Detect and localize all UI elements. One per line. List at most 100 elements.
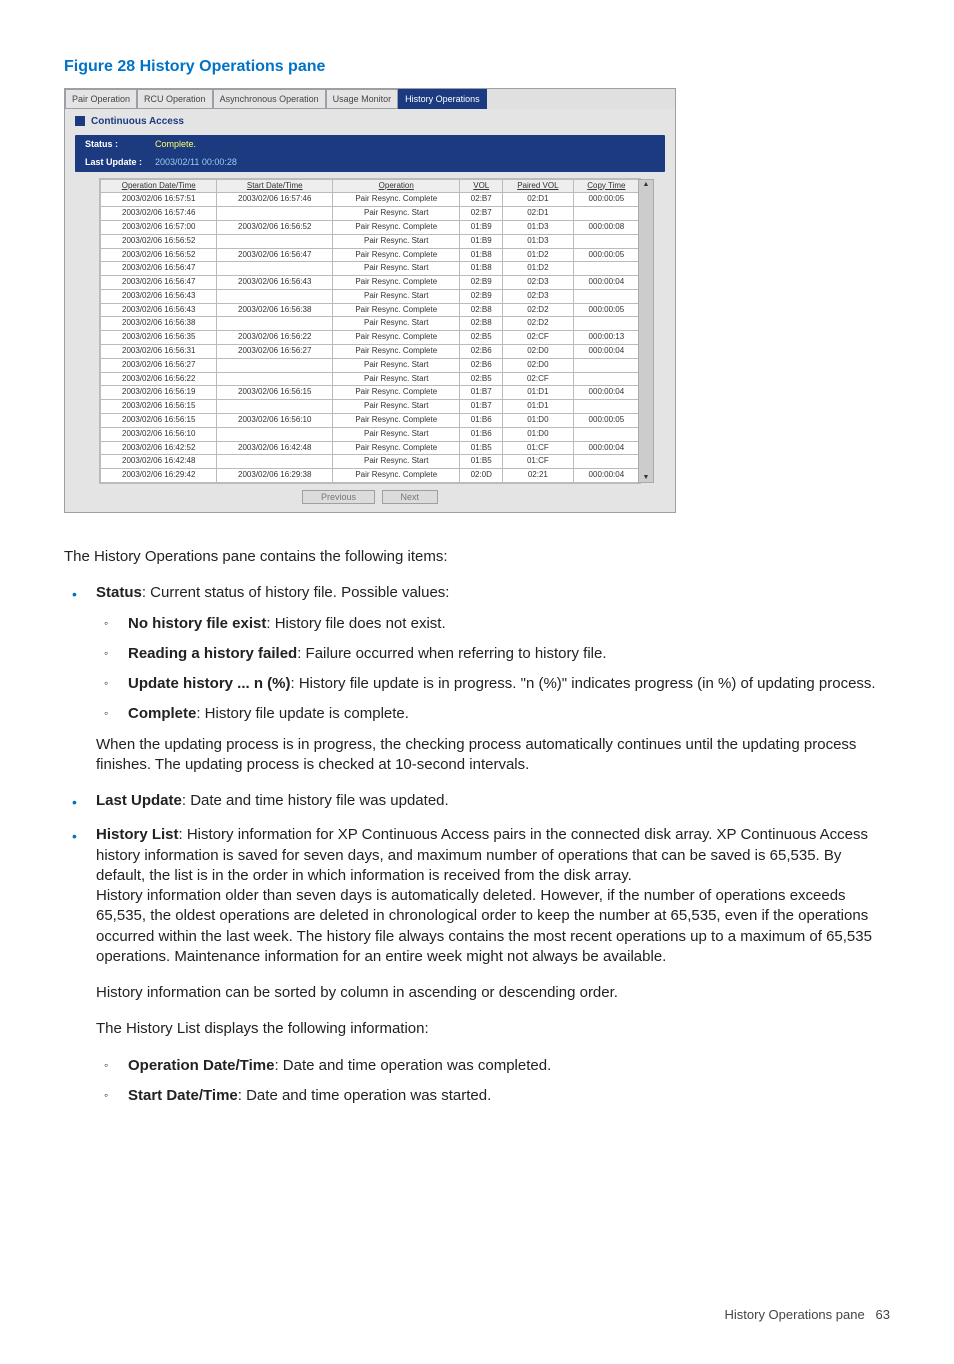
table-cell: 2003/02/06 16:56:15: [101, 414, 217, 428]
table-cell: 01:B5: [460, 455, 503, 469]
table-row[interactable]: 2003/02/06 16:56:472003/02/06 16:56:43Pa…: [101, 276, 640, 290]
column-header[interactable]: Copy Time: [573, 179, 639, 193]
table-cell: Pair Resync. Complete: [333, 248, 460, 262]
table-cell: Pair Resync. Complete: [333, 276, 460, 290]
table-row[interactable]: 2003/02/06 16:56:352003/02/06 16:56:22Pa…: [101, 331, 640, 345]
table-cell: 02:D2: [503, 303, 574, 317]
table-row[interactable]: 2003/02/06 16:42:522003/02/06 16:42:48Pa…: [101, 441, 640, 455]
table-row[interactable]: 2003/02/06 16:56:15Pair Resync. Start01:…: [101, 400, 640, 414]
table-cell: 01:B7: [460, 386, 503, 400]
table-cell: [573, 262, 639, 276]
table-cell: 02:B5: [460, 372, 503, 386]
desc: : Date and time history file was updated…: [182, 792, 449, 809]
table-row[interactable]: 2003/02/06 16:56:38Pair Resync. Start02:…: [101, 317, 640, 331]
table-cell: 000:00:04: [573, 345, 639, 359]
table-cell: [217, 372, 333, 386]
next-button[interactable]: Next: [382, 490, 439, 504]
table-row[interactable]: 2003/02/06 16:56:192003/02/06 16:56:15Pa…: [101, 386, 640, 400]
table-cell: 02:D3: [503, 289, 574, 303]
table-cell: 02:B5: [460, 331, 503, 345]
desc: : History information for XP Continuous …: [96, 826, 868, 884]
table-cell: 2003/02/06 16:56:43: [101, 289, 217, 303]
tab-pair-operation[interactable]: Pair Operation: [65, 89, 137, 109]
table-cell: 01:B8: [460, 248, 503, 262]
table-cell: Pair Resync. Start: [333, 207, 460, 221]
table-row[interactable]: 2003/02/06 16:56:522003/02/06 16:56:47Pa…: [101, 248, 640, 262]
table-row[interactable]: 2003/02/06 16:56:22Pair Resync. Start02:…: [101, 372, 640, 386]
table-cell: 02:D1: [503, 207, 574, 221]
table-cell: 000:00:05: [573, 193, 639, 207]
previous-button[interactable]: Previous: [302, 490, 375, 504]
table-cell: 2003/02/06 16:56:52: [101, 234, 217, 248]
table-cell: 2003/02/06 16:56:19: [101, 386, 217, 400]
tab-history-operations[interactable]: History Operations: [398, 89, 487, 109]
table-cell: 01:B7: [460, 400, 503, 414]
table-row[interactable]: 2003/02/06 16:56:47Pair Resync. Start01:…: [101, 262, 640, 276]
tab-usage-monitor[interactable]: Usage Monitor: [326, 89, 399, 109]
table-cell: 02:0D: [460, 469, 503, 483]
table-cell: 000:00:08: [573, 220, 639, 234]
desc: : History file does not exist.: [266, 615, 445, 632]
table-cell: 2003/02/06 16:56:22: [101, 372, 217, 386]
term: Start Date/Time: [128, 1087, 238, 1104]
table-row[interactable]: 2003/02/06 16:56:52Pair Resync. Start01:…: [101, 234, 640, 248]
table-cell: Pair Resync. Complete: [333, 414, 460, 428]
table-cell: [217, 207, 333, 221]
main-list: Status: Current status of history file. …: [64, 583, 890, 1106]
table-cell: 02:B7: [460, 193, 503, 207]
table-cell: 02:B8: [460, 303, 503, 317]
table-cell: 000:00:13: [573, 331, 639, 345]
table-cell: Pair Resync. Start: [333, 317, 460, 331]
table-cell: 2003/02/06 16:56:27: [101, 358, 217, 372]
desc: : Failure occurred when referring to his…: [297, 645, 606, 662]
table-cell: 2003/02/06 16:56:15: [217, 386, 333, 400]
table-row[interactable]: 2003/02/06 16:42:48Pair Resync. Start01:…: [101, 455, 640, 469]
table-row[interactable]: 2003/02/06 16:56:432003/02/06 16:56:38Pa…: [101, 303, 640, 317]
table-cell: [573, 207, 639, 221]
column-header[interactable]: VOL: [460, 179, 503, 193]
tab-asynchronous-operation[interactable]: Asynchronous Operation: [213, 89, 326, 109]
scroll-down-icon[interactable]: ▼: [643, 473, 650, 482]
column-header[interactable]: Paired VOL: [503, 179, 574, 193]
term: No history file exist: [128, 615, 266, 632]
desc: : History file update is complete.: [196, 705, 409, 722]
table-cell: 2003/02/06 16:29:42: [101, 469, 217, 483]
table-row[interactable]: 2003/02/06 16:56:10Pair Resync. Start01:…: [101, 427, 640, 441]
column-header[interactable]: Operation: [333, 179, 460, 193]
term: Operation Date/Time: [128, 1057, 274, 1074]
table-row[interactable]: 2003/02/06 16:57:512003/02/06 16:57:46Pa…: [101, 193, 640, 207]
table-cell: 2003/02/06 16:56:22: [217, 331, 333, 345]
table-row[interactable]: 2003/02/06 16:56:27Pair Resync. Start02:…: [101, 358, 640, 372]
table-cell: 000:00:05: [573, 303, 639, 317]
table-cell: 02:D0: [503, 345, 574, 359]
status-sublist: No history file exist: History file does…: [96, 614, 890, 725]
histlist-p3: History information can be sorted by col…: [96, 983, 890, 1003]
table-cell: 2003/02/06 16:56:43: [217, 276, 333, 290]
status-area: Status : Complete. Last Update : 2003/02…: [75, 135, 665, 171]
tab-rcu-operation[interactable]: RCU Operation: [137, 89, 213, 109]
column-header[interactable]: Start Date/Time: [217, 179, 333, 193]
table-cell: 02:B9: [460, 276, 503, 290]
history-table-container: Operation Date/TimeStart Date/TimeOperat…: [99, 178, 641, 485]
table-cell: 02:CF: [503, 372, 574, 386]
table-cell: 02:D3: [503, 276, 574, 290]
column-header[interactable]: Operation Date/Time: [101, 179, 217, 193]
status-note: When the updating process is in progress…: [96, 735, 890, 776]
table-row[interactable]: 2003/02/06 16:56:312003/02/06 16:56:27Pa…: [101, 345, 640, 359]
table-cell: 01:D3: [503, 220, 574, 234]
history-table[interactable]: Operation Date/TimeStart Date/TimeOperat…: [100, 179, 640, 484]
table-row[interactable]: 2003/02/06 16:56:43Pair Resync. Start02:…: [101, 289, 640, 303]
table-cell: 01:B9: [460, 234, 503, 248]
table-row[interactable]: 2003/02/06 16:29:422003/02/06 16:29:38Pa…: [101, 469, 640, 483]
scroll-up-icon[interactable]: ▲: [643, 180, 650, 189]
table-cell: 02:B6: [460, 358, 503, 372]
table-cell: 2003/02/06 16:56:27: [217, 345, 333, 359]
scrollbar[interactable]: ▲ ▼: [638, 179, 654, 484]
table-row[interactable]: 2003/02/06 16:56:152003/02/06 16:56:10Pa…: [101, 414, 640, 428]
table-cell: 2003/02/06 16:29:38: [217, 469, 333, 483]
table-row[interactable]: 2003/02/06 16:57:46Pair Resync. Start02:…: [101, 207, 640, 221]
table-row[interactable]: 2003/02/06 16:57:002003/02/06 16:56:52Pa…: [101, 220, 640, 234]
table-cell: [217, 455, 333, 469]
table-cell: 2003/02/06 16:57:00: [101, 220, 217, 234]
table-cell: 01:D2: [503, 262, 574, 276]
